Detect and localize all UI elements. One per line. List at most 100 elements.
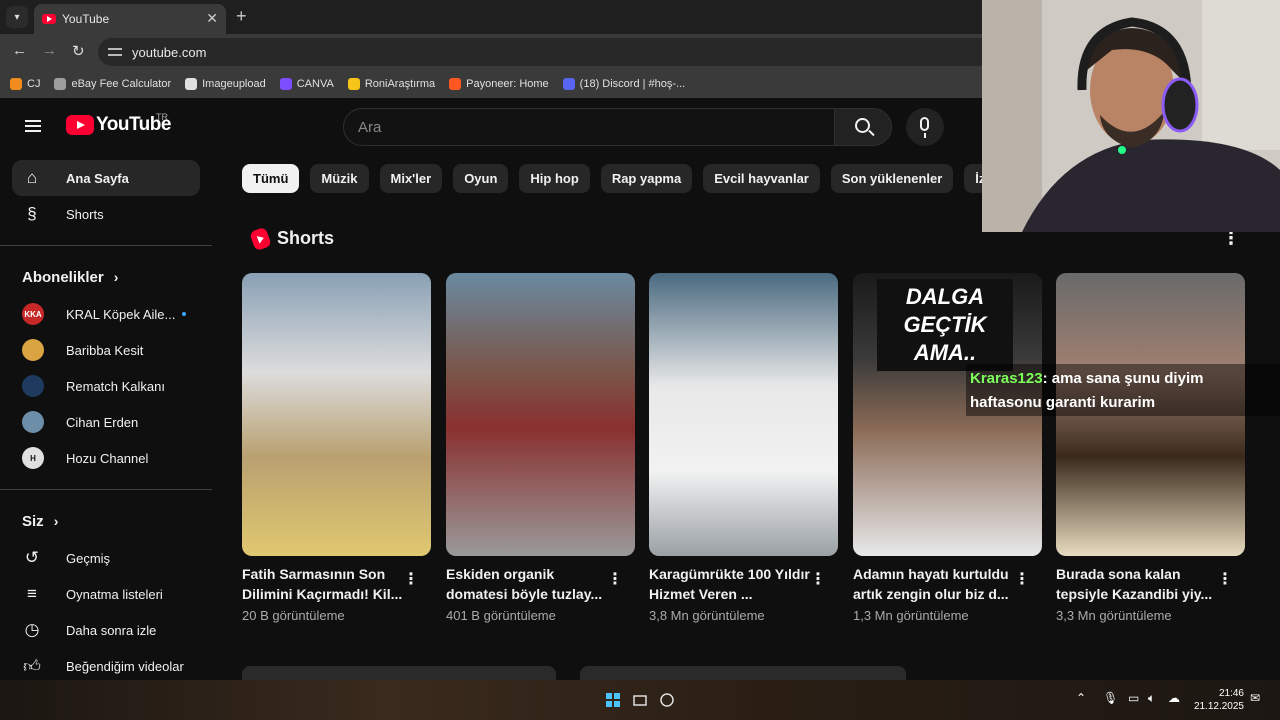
sidebar-item-label: Oynatma listeleri xyxy=(66,586,163,602)
shorts-title[interactable]: Karagümrükte 100 Yıldır Hizmet Veren ... xyxy=(649,564,811,604)
filter-chips-bar: Tümü Müzik Mix'ler Oyun Hip hop Rap yapma Evci… xyxy=(242,164,1034,193)
bookmark-item[interactable]: CANVA xyxy=(279,78,334,90)
shorts-view-count: 3,3 Mn görüntüleme xyxy=(1056,608,1172,623)
bookmark-label: eBay Fee Calculator xyxy=(71,78,172,90)
menu-icon[interactable] xyxy=(25,120,41,132)
sidebar-item-subscription[interactable]: KKA KRAL Köpek Aile... xyxy=(12,296,200,332)
shorts-card[interactable]: Eskiden organik domatesi böyle tuzlay...… xyxy=(446,273,635,623)
youtube-play-icon xyxy=(66,115,94,135)
more-actions-icon[interactable]: ⋮ xyxy=(607,569,623,589)
filter-chip[interactable]: Oyun xyxy=(453,164,509,193)
chat-username: Kraras123 xyxy=(970,370,1043,387)
bookmark-favicon-icon xyxy=(54,78,67,90)
filter-chip[interactable]: Evcil hayvanlar xyxy=(703,164,820,193)
sidebar-item-label: Cihan Erden xyxy=(66,414,139,430)
network-icon[interactable]: ▭ xyxy=(1128,691,1139,705)
bookmark-item[interactable]: eBay Fee Calculator xyxy=(54,78,171,90)
sidebar-item-history[interactable]: ↺ Geçmiş xyxy=(12,540,200,576)
sidebar-item-label: Beğendiğim videolar xyxy=(66,658,184,674)
shorts-thumbnail[interactable] xyxy=(242,273,431,556)
filter-chip[interactable]: Son yüklenenler xyxy=(830,164,954,193)
bookmark-item[interactable]: (18) Discord | #hoş-... xyxy=(562,78,685,90)
sidebar-item-label: Daha sonra izle xyxy=(66,622,157,638)
search-button[interactable] xyxy=(834,108,892,146)
back-icon[interactable]: ← xyxy=(12,42,27,59)
system-clock[interactable]: 21:46 21.12.2025 xyxy=(1194,687,1244,713)
tray-chevron-up-icon[interactable]: ⌃ xyxy=(1076,691,1086,705)
webcam-overlay xyxy=(982,0,1280,232)
subscriptions-header[interactable]: Abonelikler › xyxy=(0,258,212,296)
shorts-title[interactable]: Adamın hayatı kurtuldu artık zengin olur… xyxy=(853,564,1015,604)
search-icon xyxy=(855,118,870,133)
app-icon[interactable] xyxy=(659,692,675,708)
address-bar[interactable]: youtube.com xyxy=(98,38,998,66)
shorts-shelf-title: Shorts xyxy=(277,228,335,248)
sidebar-item-home[interactable]: ⌂ Ana Sayfa xyxy=(12,160,200,196)
shorts-icon: § xyxy=(27,204,37,223)
browser-tab[interactable]: YouTube ✕ xyxy=(34,4,226,34)
more-actions-icon[interactable]: ⋮ xyxy=(1217,569,1233,589)
clock-icon: ◷ xyxy=(24,620,40,639)
bookmark-item[interactable]: Imageupload xyxy=(185,78,266,90)
bookmark-favicon-icon xyxy=(449,78,462,90)
more-actions-icon[interactable]: ⋮ xyxy=(1014,569,1030,589)
clock-date: 21.12.2025 xyxy=(1193,701,1244,712)
next-row-thumbnail[interactable] xyxy=(242,666,556,680)
bookmark-label: CJ xyxy=(27,78,41,90)
streamer-image xyxy=(982,0,1280,232)
channel-avatar: KKA xyxy=(22,303,44,325)
shorts-title[interactable]: Fatih Sarmasının Son Dilimini Kaçırmadı!… xyxy=(242,564,404,604)
bookmark-favicon-icon xyxy=(347,78,360,90)
channel-avatar xyxy=(22,411,44,433)
shorts-card[interactable]: Fatih Sarmasının Son Dilimini Kaçırmadı!… xyxy=(242,273,431,623)
filter-chip[interactable]: Rap yapma xyxy=(600,164,693,193)
reload-icon[interactable]: ↻ xyxy=(72,42,85,60)
filter-chip[interactable]: Tümü xyxy=(242,164,300,193)
next-row-thumbnail[interactable] xyxy=(580,666,906,680)
filter-chip[interactable]: Müzik xyxy=(310,164,369,193)
bookmark-item[interactable]: Payoneer: Home xyxy=(449,78,549,90)
you-header[interactable]: Siz › xyxy=(0,502,212,540)
tab-search-chevron-icon[interactable]: ▾ xyxy=(6,6,28,28)
bookmark-label: Payoneer: Home xyxy=(466,78,549,90)
sidebar-item-subscription[interactable]: Rematch Kalkanı xyxy=(12,368,200,404)
filter-chip[interactable]: Mix'ler xyxy=(379,164,443,193)
voice-search-button[interactable] xyxy=(906,108,944,146)
sidebar-item-subscription[interactable]: Cihan Erden xyxy=(12,404,200,440)
more-actions-icon[interactable]: ⋮ xyxy=(403,569,419,589)
sidebar: ⌂ Ana Sayfa § Shorts Abonelikler › KKA KR… xyxy=(0,160,212,684)
new-tab-icon[interactable]: + xyxy=(236,6,247,27)
divider xyxy=(0,489,212,490)
notifications-icon[interactable]: ✉︎ xyxy=(1250,691,1260,705)
shorts-card[interactable]: DALGA GEÇTİK AMA.. Adamın hayatı kurtuldu… xyxy=(853,273,1042,623)
volume-icon[interactable]: 🔈︎ xyxy=(1148,691,1155,706)
close-tab-icon[interactable]: ✕ xyxy=(206,10,218,27)
site-info-icon[interactable] xyxy=(108,46,122,58)
more-actions-icon[interactable]: ⋮ xyxy=(810,569,826,589)
sidebar-item-subscription[interactable]: Baribba Kesit xyxy=(12,332,200,368)
bookmark-item[interactable]: CJ xyxy=(10,78,40,90)
shorts-card[interactable]: Burada sona kalan tepsiyle Kazandibi yiy… xyxy=(1056,273,1245,623)
search-input[interactable]: Ara xyxy=(343,108,835,146)
battery-icon[interactable]: ☁︎ xyxy=(1168,691,1180,705)
sidebar-item-playlists[interactable]: ≡ Oynatma listeleri xyxy=(12,576,200,612)
shorts-card[interactable]: Karagümrükte 100 Yıldır Hizmet Veren ...… xyxy=(649,273,838,623)
microphone-tray-icon[interactable]: 🎙︎ xyxy=(1103,691,1118,705)
shorts-thumbnail[interactable] xyxy=(446,273,635,556)
bookmark-item[interactable]: RoniAraştırma xyxy=(347,78,435,90)
shorts-title[interactable]: Eskiden organik domatesi böyle tuzlay... xyxy=(446,564,608,604)
sidebar-item-watch-later[interactable]: ◷ Daha sonra izle xyxy=(12,612,200,648)
filter-chip[interactable]: Hip hop xyxy=(519,164,590,193)
youtube-logo[interactable]: YouTube TR xyxy=(66,112,171,136)
sidebar-item-label: Geçmiş xyxy=(66,550,111,566)
channel-avatar xyxy=(22,339,44,361)
shorts-title[interactable]: Burada sona kalan tepsiyle Kazandibi yiy… xyxy=(1056,564,1218,604)
forward-icon[interactable]: → xyxy=(42,42,57,59)
sidebar-item-liked-videos[interactable]: 👍︎ Beğendiğim videolar xyxy=(12,648,200,684)
sidebar-item-shorts[interactable]: § Shorts xyxy=(12,196,200,232)
shorts-thumbnail[interactable] xyxy=(649,273,838,556)
windows-start-icon[interactable] xyxy=(605,692,621,708)
task-view-icon[interactable] xyxy=(632,692,648,708)
shorts-view-count: 401 B görüntüleme xyxy=(446,608,556,623)
sidebar-item-subscription[interactable]: H Hozu Channel xyxy=(12,440,200,476)
